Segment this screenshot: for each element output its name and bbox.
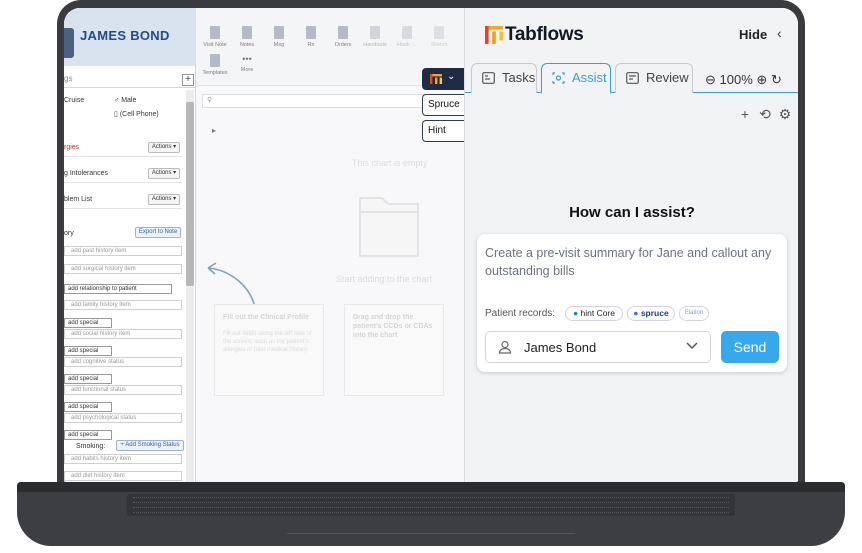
send-button[interactable]: Send bbox=[721, 331, 779, 363]
add-smoking-status-button[interactable]: + Add Smoking Status bbox=[116, 440, 184, 451]
special-select-2[interactable]: add special bbox=[64, 346, 112, 356]
laptop-mockup: JAMES BOND gs + Cruise ♂ Male ▯ (Cell Ph… bbox=[0, 0, 862, 553]
phone-label: ▯ (Cell Phone) bbox=[114, 111, 159, 118]
relationship-select[interactable]: add relationship to patient bbox=[64, 284, 172, 294]
zoom-in-icon[interactable]: ⊕ bbox=[756, 72, 767, 88]
tabflows-logo-icon bbox=[430, 74, 442, 84]
tab-bar: Tasks Assist Review ⊖ 100% ⊕ ↻ bbox=[465, 62, 798, 94]
gear-icon[interactable]: ⚙ bbox=[777, 106, 793, 123]
social-history-input[interactable]: add social history item bbox=[64, 329, 182, 339]
chevron-down-icon: ⌄ bbox=[447, 71, 456, 82]
surgical-history-input[interactable]: add surgical history item bbox=[64, 264, 182, 274]
zoom-level: 100% bbox=[719, 72, 753, 87]
past-history-input[interactable]: add past history item bbox=[64, 246, 182, 256]
sidebar-scrollbar[interactable] bbox=[186, 90, 194, 482]
smoking-label: Smoking: bbox=[76, 443, 106, 450]
spruce-pill[interactable]: ● spruce bbox=[627, 306, 675, 321]
refresh-icon[interactable]: ↻ bbox=[771, 72, 782, 88]
assist-icon bbox=[552, 72, 565, 84]
scrollbar-thumb[interactable] bbox=[186, 102, 194, 286]
sidebar-search-text: gs bbox=[64, 74, 73, 83]
brand-name: Tabflows bbox=[505, 24, 584, 45]
patient-select[interactable]: James Bond bbox=[485, 331, 711, 363]
tab-assist[interactable]: Assist bbox=[541, 63, 611, 94]
base-hinge bbox=[17, 482, 845, 492]
records-label: Patient records: bbox=[485, 308, 556, 319]
tabflows-launcher[interactable]: ⌄ bbox=[422, 68, 464, 90]
export-to-note-button[interactable]: Export to Note bbox=[135, 227, 181, 238]
patient-avatar bbox=[64, 28, 74, 58]
prompt-textarea[interactable]: Create a pre-visit summary for Jane and … bbox=[485, 244, 775, 280]
user-icon bbox=[498, 340, 512, 354]
tabflows-panel: Tabflows Hide ‹ Tasks Assist Review ⊖ 10… bbox=[464, 8, 798, 482]
spruce-tab[interactable]: Spruce bbox=[422, 94, 464, 116]
zoom-controls: ⊖ 100% ⊕ ↻ bbox=[705, 72, 782, 88]
cognitive-status-input[interactable]: add cognitive status bbox=[64, 357, 182, 367]
patient-name: JAMES BOND bbox=[80, 28, 170, 43]
special-select-1[interactable]: add special bbox=[64, 318, 112, 328]
patient-select-value: James Bond bbox=[524, 340, 597, 355]
diet-history-input[interactable]: add diet history item bbox=[64, 471, 182, 481]
special-select-4[interactable]: add special bbox=[64, 402, 112, 412]
ehr-application: JAMES BOND gs + Cruise ♂ Male ▯ (Cell Ph… bbox=[64, 8, 464, 482]
add-section-button[interactable]: + bbox=[182, 74, 194, 86]
assist-composer: Create a pre-visit summary for Jane and … bbox=[477, 234, 787, 372]
hint-core-pill[interactable]: ● hint Core bbox=[565, 306, 623, 321]
problem-list-actions-button[interactable]: Actions ▾ bbox=[148, 194, 180, 205]
chevron-down-icon bbox=[686, 342, 698, 350]
history-heading: ory bbox=[64, 230, 74, 237]
tab-review[interactable]: Review bbox=[615, 63, 693, 93]
allergies-heading: rgies bbox=[64, 144, 80, 151]
problem-list-heading: blem List bbox=[64, 196, 93, 203]
patient-header: JAMES BOND bbox=[64, 8, 196, 66]
tasks-icon bbox=[482, 72, 495, 84]
hint-drop-icon: ● bbox=[572, 308, 579, 318]
add-icon[interactable]: + bbox=[737, 106, 753, 122]
hide-button[interactable]: Hide bbox=[739, 27, 767, 42]
special-select-3[interactable]: add special bbox=[64, 374, 112, 384]
review-icon bbox=[626, 72, 639, 84]
phone-icon: ▯ bbox=[114, 111, 118, 118]
psychological-status-input[interactable]: add psychological status bbox=[64, 413, 182, 423]
special-select-5[interactable]: add special bbox=[64, 430, 112, 440]
patient-sidebar: JAMES BOND gs + Cruise ♂ Male ▯ (Cell Ph… bbox=[64, 8, 196, 482]
sidebar-search[interactable]: gs + bbox=[64, 72, 196, 88]
tab-tasks[interactable]: Tasks bbox=[471, 63, 537, 93]
touchpad bbox=[287, 522, 575, 534]
hint-tab[interactable]: Hint bbox=[422, 120, 464, 142]
allergies-actions-button[interactable]: Actions ▾ bbox=[148, 142, 180, 153]
gender-label: ♂ Male bbox=[114, 97, 137, 104]
laptop-screen: JAMES BOND gs + Cruise ♂ Male ▯ (Cell Ph… bbox=[64, 8, 798, 482]
tabflows-logo-icon bbox=[485, 26, 503, 44]
demographic-left: Cruise bbox=[64, 97, 85, 104]
functional-status-input[interactable]: add functional status bbox=[64, 385, 182, 395]
history-icon[interactable]: ⟲ bbox=[757, 106, 773, 123]
keyboard bbox=[127, 494, 735, 516]
gender-icon: ♂ bbox=[114, 97, 120, 104]
chevron-left-icon[interactable]: ‹ bbox=[777, 25, 782, 41]
assist-heading: How can I assist? bbox=[569, 204, 695, 221]
spruce-leaf-icon: ● bbox=[633, 308, 639, 318]
elation-pill[interactable]: Elation bbox=[679, 306, 709, 321]
intolerances-actions-button[interactable]: Actions ▾ bbox=[148, 168, 180, 179]
laptop-base bbox=[17, 482, 845, 546]
zoom-out-icon[interactable]: ⊖ bbox=[705, 72, 716, 88]
family-history-input[interactable]: add family history item bbox=[64, 300, 182, 310]
habits-history-input[interactable]: add habits history item bbox=[64, 454, 182, 464]
intolerances-heading: g Intolerances bbox=[64, 170, 108, 177]
